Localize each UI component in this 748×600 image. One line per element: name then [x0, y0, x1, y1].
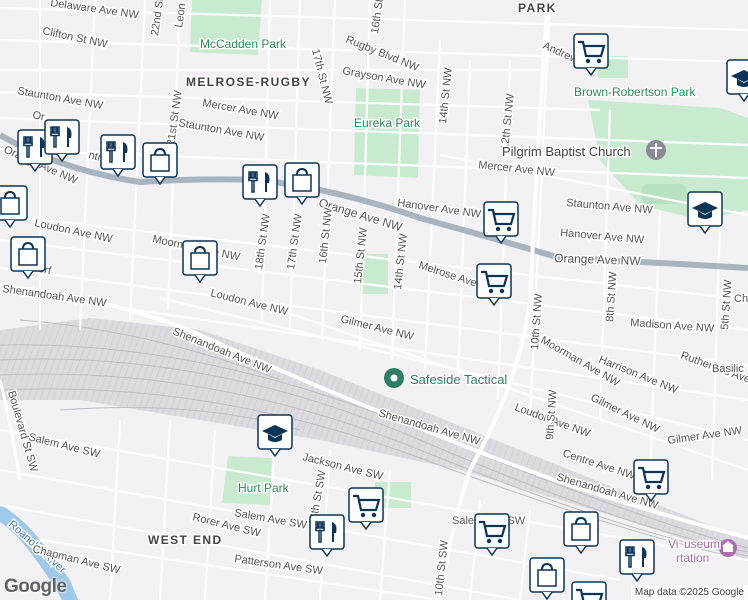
- map-attribution[interactable]: Map data ©2025 Google: [630, 585, 748, 600]
- shopping-cart-pin[interactable]: [571, 581, 607, 600]
- street-label: Basilic: [712, 363, 744, 375]
- park-label: Eureka Park: [354, 116, 421, 130]
- museum-label: useum: [684, 537, 720, 551]
- neighborhood-label: MELROSE-RUGBY: [186, 75, 311, 89]
- park-label: Brown-Robertson Park: [574, 85, 696, 99]
- museum-label: rtation: [676, 551, 709, 565]
- street-label: Ch: [734, 293, 748, 305]
- store-marker[interactable]: [384, 368, 404, 388]
- church-marker[interactable]: [646, 140, 666, 160]
- map-canvas[interactable]: MELROSE-RUGBY WEST END PARK McCadden Par…: [0, 0, 748, 600]
- park-label: McCadden Park: [200, 37, 287, 51]
- neighborhood-label: WEST END: [148, 533, 223, 547]
- church-label: Pilgrim Baptist Church: [502, 144, 631, 159]
- store-label: Safeside Tactical: [410, 372, 507, 387]
- neighborhood-label: PARK: [518, 1, 557, 15]
- google-logo: Google: [4, 576, 67, 597]
- museum-label: Vi: [668, 537, 678, 551]
- museum-marker[interactable]: [719, 539, 737, 557]
- park-label: Hurt Park: [238, 481, 290, 495]
